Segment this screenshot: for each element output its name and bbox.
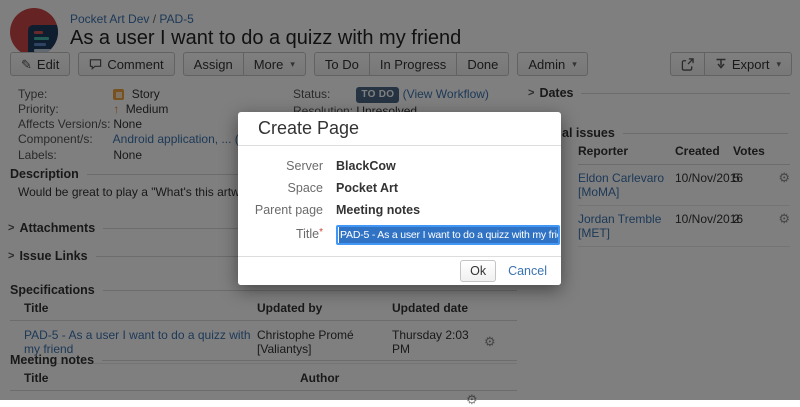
dialog-body: Server BlackCow Space Pocket Art Parent … <box>238 159 561 245</box>
space-label: Space <box>238 181 336 196</box>
dialog-title: Create Page <box>238 112 561 146</box>
parent-page-field-row: Parent page Meeting notes <box>238 203 561 218</box>
space-field-row: Space Pocket Art <box>238 181 561 196</box>
server-value: BlackCow <box>336 159 396 174</box>
parent-page-value: Meeting notes <box>336 203 420 218</box>
title-label-text: Title <box>296 227 319 241</box>
title-input[interactable]: PAD-5 - As a user I want to do a quizz w… <box>336 225 560 245</box>
title-label: Title* <box>238 225 336 242</box>
cancel-link[interactable]: Cancel <box>508 264 547 278</box>
create-page-dialog: Create Page Server BlackCow Space Pocket… <box>238 112 561 285</box>
space-value: Pocket Art <box>336 181 398 196</box>
dialog-footer: Ok Cancel <box>238 256 561 285</box>
server-label: Server <box>238 159 336 174</box>
ok-button[interactable]: Ok <box>460 260 496 282</box>
title-field-row: Title* PAD-5 - As a user I want to do a … <box>238 225 561 245</box>
selected-input-text: PAD-5 - As a user I want to do a quizz w… <box>339 227 560 243</box>
server-field-row: Server BlackCow <box>238 159 561 174</box>
parent-page-label: Parent page <box>238 203 336 218</box>
required-indicator: * <box>319 227 323 238</box>
